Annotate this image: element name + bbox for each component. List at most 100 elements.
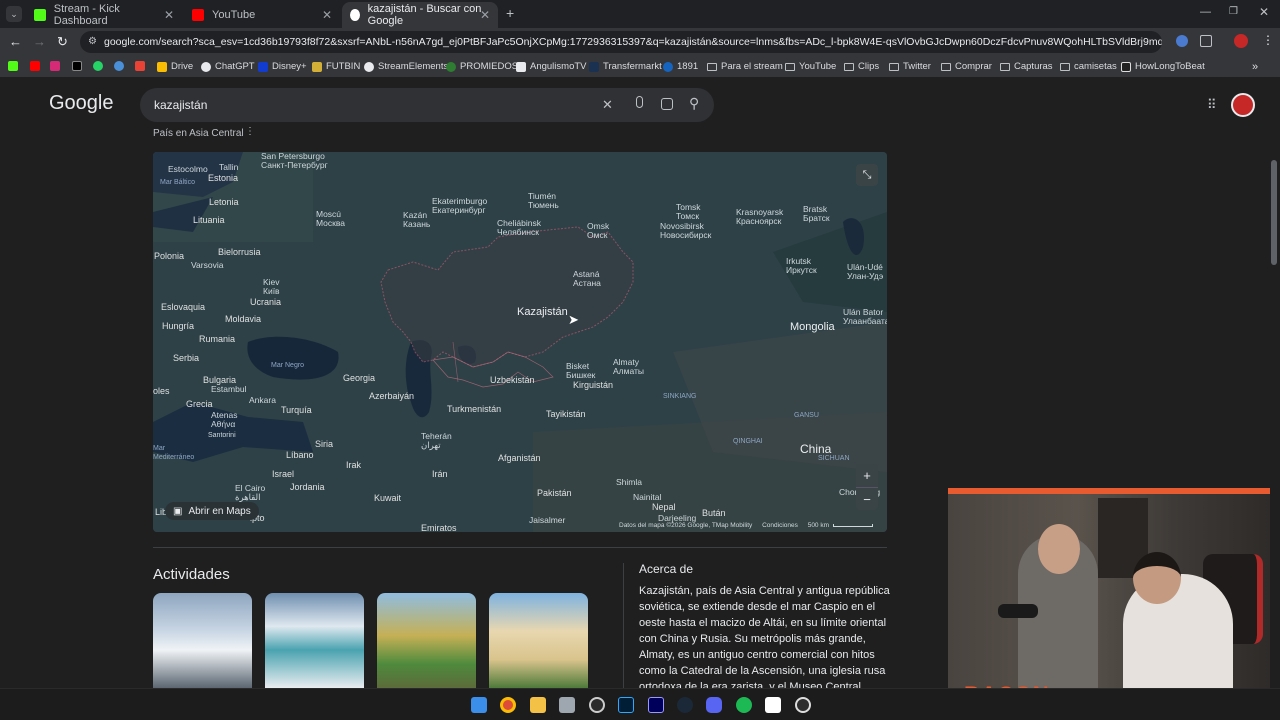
map-label[interactable]: Bratsk Братск bbox=[803, 205, 830, 223]
map-label[interactable]: Grecia bbox=[186, 400, 213, 409]
map-label[interactable]: Kazán Казань bbox=[403, 211, 430, 229]
map-label[interactable]: San Petersburgo Санкт-Петербург bbox=[261, 152, 328, 170]
map-label[interactable]: Turquía bbox=[281, 406, 312, 415]
map-label[interactable]: Letonia bbox=[209, 198, 239, 207]
close-window-icon[interactable]: ✕ bbox=[1259, 5, 1269, 19]
map-label[interactable]: Ucrania bbox=[250, 298, 281, 307]
steam-icon[interactable] bbox=[677, 697, 693, 713]
map-label[interactable]: Bielorrusia bbox=[218, 248, 261, 257]
map-label[interactable]: Nepal bbox=[652, 503, 676, 512]
map-label[interactable]: Rumania bbox=[199, 335, 235, 344]
bookmark-whatsapp-icon[interactable] bbox=[93, 61, 107, 71]
map-label[interactable]: Santorini bbox=[208, 431, 236, 440]
bookmark-futbin[interactable]: FUTBIN bbox=[312, 61, 360, 72]
search-box[interactable]: kazajistán ✕ ⚲ bbox=[140, 88, 714, 122]
map-label[interactable]: Ulán Bator Улаанбаатар bbox=[843, 308, 887, 326]
map-label[interactable]: oles bbox=[153, 387, 170, 396]
map-label[interactable]: El Cairo القاهرة bbox=[235, 484, 265, 502]
map-label[interactable]: China bbox=[800, 443, 831, 455]
close-icon[interactable]: ✕ bbox=[480, 8, 490, 22]
bookmark-drive[interactable]: Drive bbox=[157, 61, 193, 72]
back-icon[interactable]: ← bbox=[9, 34, 22, 49]
map-label[interactable]: Atenas Αθήνα bbox=[211, 411, 237, 429]
more-options-icon[interactable]: ⋮ bbox=[245, 126, 255, 137]
map-label[interactable]: Ulán-Udé Улан-Удэ bbox=[847, 263, 883, 281]
activity-thumbnail[interactable] bbox=[265, 593, 364, 688]
map-label[interactable]: Irán bbox=[432, 470, 448, 479]
extensions-puzzle-icon[interactable] bbox=[1200, 35, 1212, 47]
map-label[interactable]: Georgia bbox=[343, 374, 375, 383]
bookmark-folder-youtube[interactable]: YouTube bbox=[785, 61, 836, 72]
file-explorer-icon[interactable] bbox=[530, 697, 546, 713]
tab-kick[interactable]: Stream - Kick Dashboard ✕ bbox=[26, 2, 182, 28]
map-label[interactable]: Moscú Москва bbox=[316, 210, 345, 228]
discord-icon[interactable] bbox=[706, 697, 722, 713]
map-label[interactable]: Pakistán bbox=[537, 489, 572, 498]
more-bookmarks-icon[interactable]: » bbox=[1252, 61, 1258, 73]
map-label[interactable]: Tallin bbox=[219, 163, 238, 172]
bookmark-folder-twitter[interactable]: Twitter bbox=[889, 61, 931, 72]
map-label[interactable]: Azerbaiyán bbox=[369, 392, 414, 401]
open-in-maps-button[interactable]: ▣ Abrir en Maps bbox=[165, 502, 259, 520]
map-label[interactable]: Tayikistán bbox=[546, 410, 586, 419]
activity-thumbnail[interactable] bbox=[377, 593, 476, 688]
map-label[interactable]: Ankara bbox=[249, 396, 276, 405]
map-label[interactable]: Omsk Омск bbox=[587, 222, 609, 240]
map-label[interactable]: Teherán تهران bbox=[421, 432, 452, 450]
snipping-tool-icon[interactable] bbox=[559, 697, 575, 713]
windows-start-icon[interactable] bbox=[471, 697, 487, 713]
map-label[interactable]: Hungría bbox=[162, 322, 194, 331]
apps-grid-icon[interactable]: ⠿ bbox=[1207, 97, 1216, 113]
conditions-link[interactable]: Condiciones bbox=[762, 522, 798, 529]
forward-icon[interactable]: → bbox=[33, 34, 46, 49]
address-bar[interactable]: ⚙ google.com/search?sca_esv=1cd36b19793f… bbox=[80, 31, 1162, 53]
google-logo[interactable]: Google bbox=[49, 92, 114, 115]
site-info-icon[interactable]: ⚙ bbox=[88, 36, 97, 47]
spotify-icon[interactable] bbox=[736, 697, 752, 713]
bookmark-howlongtobeat[interactable]: HowLongToBeat bbox=[1121, 61, 1205, 72]
map-label[interactable]: Polonia bbox=[154, 252, 184, 261]
map-label[interactable]: Ekaterimburgo Екатеринбург bbox=[432, 197, 487, 215]
map-label[interactable]: Nainital bbox=[633, 493, 661, 502]
bookmark-kick-icon[interactable] bbox=[8, 61, 22, 71]
map-label[interactable]: Novosibirsk Новосибирск bbox=[660, 222, 711, 240]
premiere-icon[interactable] bbox=[648, 697, 664, 713]
bookmark-folder-camisetas[interactable]: camisetas bbox=[1060, 61, 1117, 72]
map-label[interactable]: Siria bbox=[315, 440, 333, 449]
map-label[interactable]: Serbia bbox=[173, 354, 199, 363]
notion-icon[interactable] bbox=[765, 697, 781, 713]
map-label[interactable]: Afganistán bbox=[498, 454, 541, 463]
map-label[interactable]: Israel bbox=[272, 470, 294, 479]
map-label[interactable]: Líbano bbox=[286, 451, 314, 460]
clear-icon[interactable]: ✕ bbox=[602, 97, 613, 113]
reload-icon[interactable]: ↻ bbox=[57, 34, 68, 50]
chrome-icon[interactable] bbox=[500, 697, 516, 713]
new-tab-icon[interactable]: + bbox=[506, 5, 514, 21]
fullscreen-icon[interactable]: ⤡ bbox=[856, 164, 878, 186]
bookmark-instagram-icon[interactable] bbox=[50, 61, 64, 71]
zoom-in-icon[interactable]: + bbox=[856, 464, 878, 487]
map-label[interactable]: Irkutsk Иркутск bbox=[786, 257, 817, 275]
map-label[interactable]: Bisket Бишкек bbox=[566, 362, 595, 380]
minimize-icon[interactable]: — bbox=[1200, 6, 1211, 18]
bookmark-1891[interactable]: 1891 bbox=[663, 61, 698, 72]
profile-avatar[interactable] bbox=[1234, 34, 1248, 48]
bookmark-cloud-icon[interactable] bbox=[114, 61, 128, 71]
map-label[interactable]: Astaná Астана bbox=[573, 270, 601, 288]
bookmark-folder-clips[interactable]: Clips bbox=[844, 61, 879, 72]
map-label[interactable]: Estambul bbox=[211, 385, 246, 394]
bookmark-transfermarkt[interactable]: Transfermarkt bbox=[589, 61, 662, 72]
search-icon[interactable]: ⚲ bbox=[689, 95, 699, 112]
map-label[interactable]: Moldavia bbox=[225, 315, 261, 324]
lens-icon[interactable] bbox=[661, 98, 673, 110]
bookmark-folder-comprar[interactable]: Comprar bbox=[941, 61, 992, 72]
obs-icon[interactable] bbox=[589, 697, 605, 713]
bookmark-streamelements[interactable]: StreamElements bbox=[364, 61, 448, 72]
bookmark-chatgpt[interactable]: ChatGPT bbox=[201, 61, 255, 72]
bookmark-folder-stream[interactable]: Para el stream bbox=[707, 61, 783, 72]
tab-google-search[interactable]: kazajistán - Buscar con Google ✕ bbox=[342, 2, 498, 28]
map[interactable]: Kazajistán Mongolia China Uzbekistán Kir… bbox=[153, 152, 887, 532]
bookmark-promiedos[interactable]: PROMIEDOS bbox=[446, 61, 518, 72]
map-label[interactable]: Almaty Алматы bbox=[613, 358, 644, 376]
map-label[interactable]: Lituania bbox=[193, 216, 225, 225]
